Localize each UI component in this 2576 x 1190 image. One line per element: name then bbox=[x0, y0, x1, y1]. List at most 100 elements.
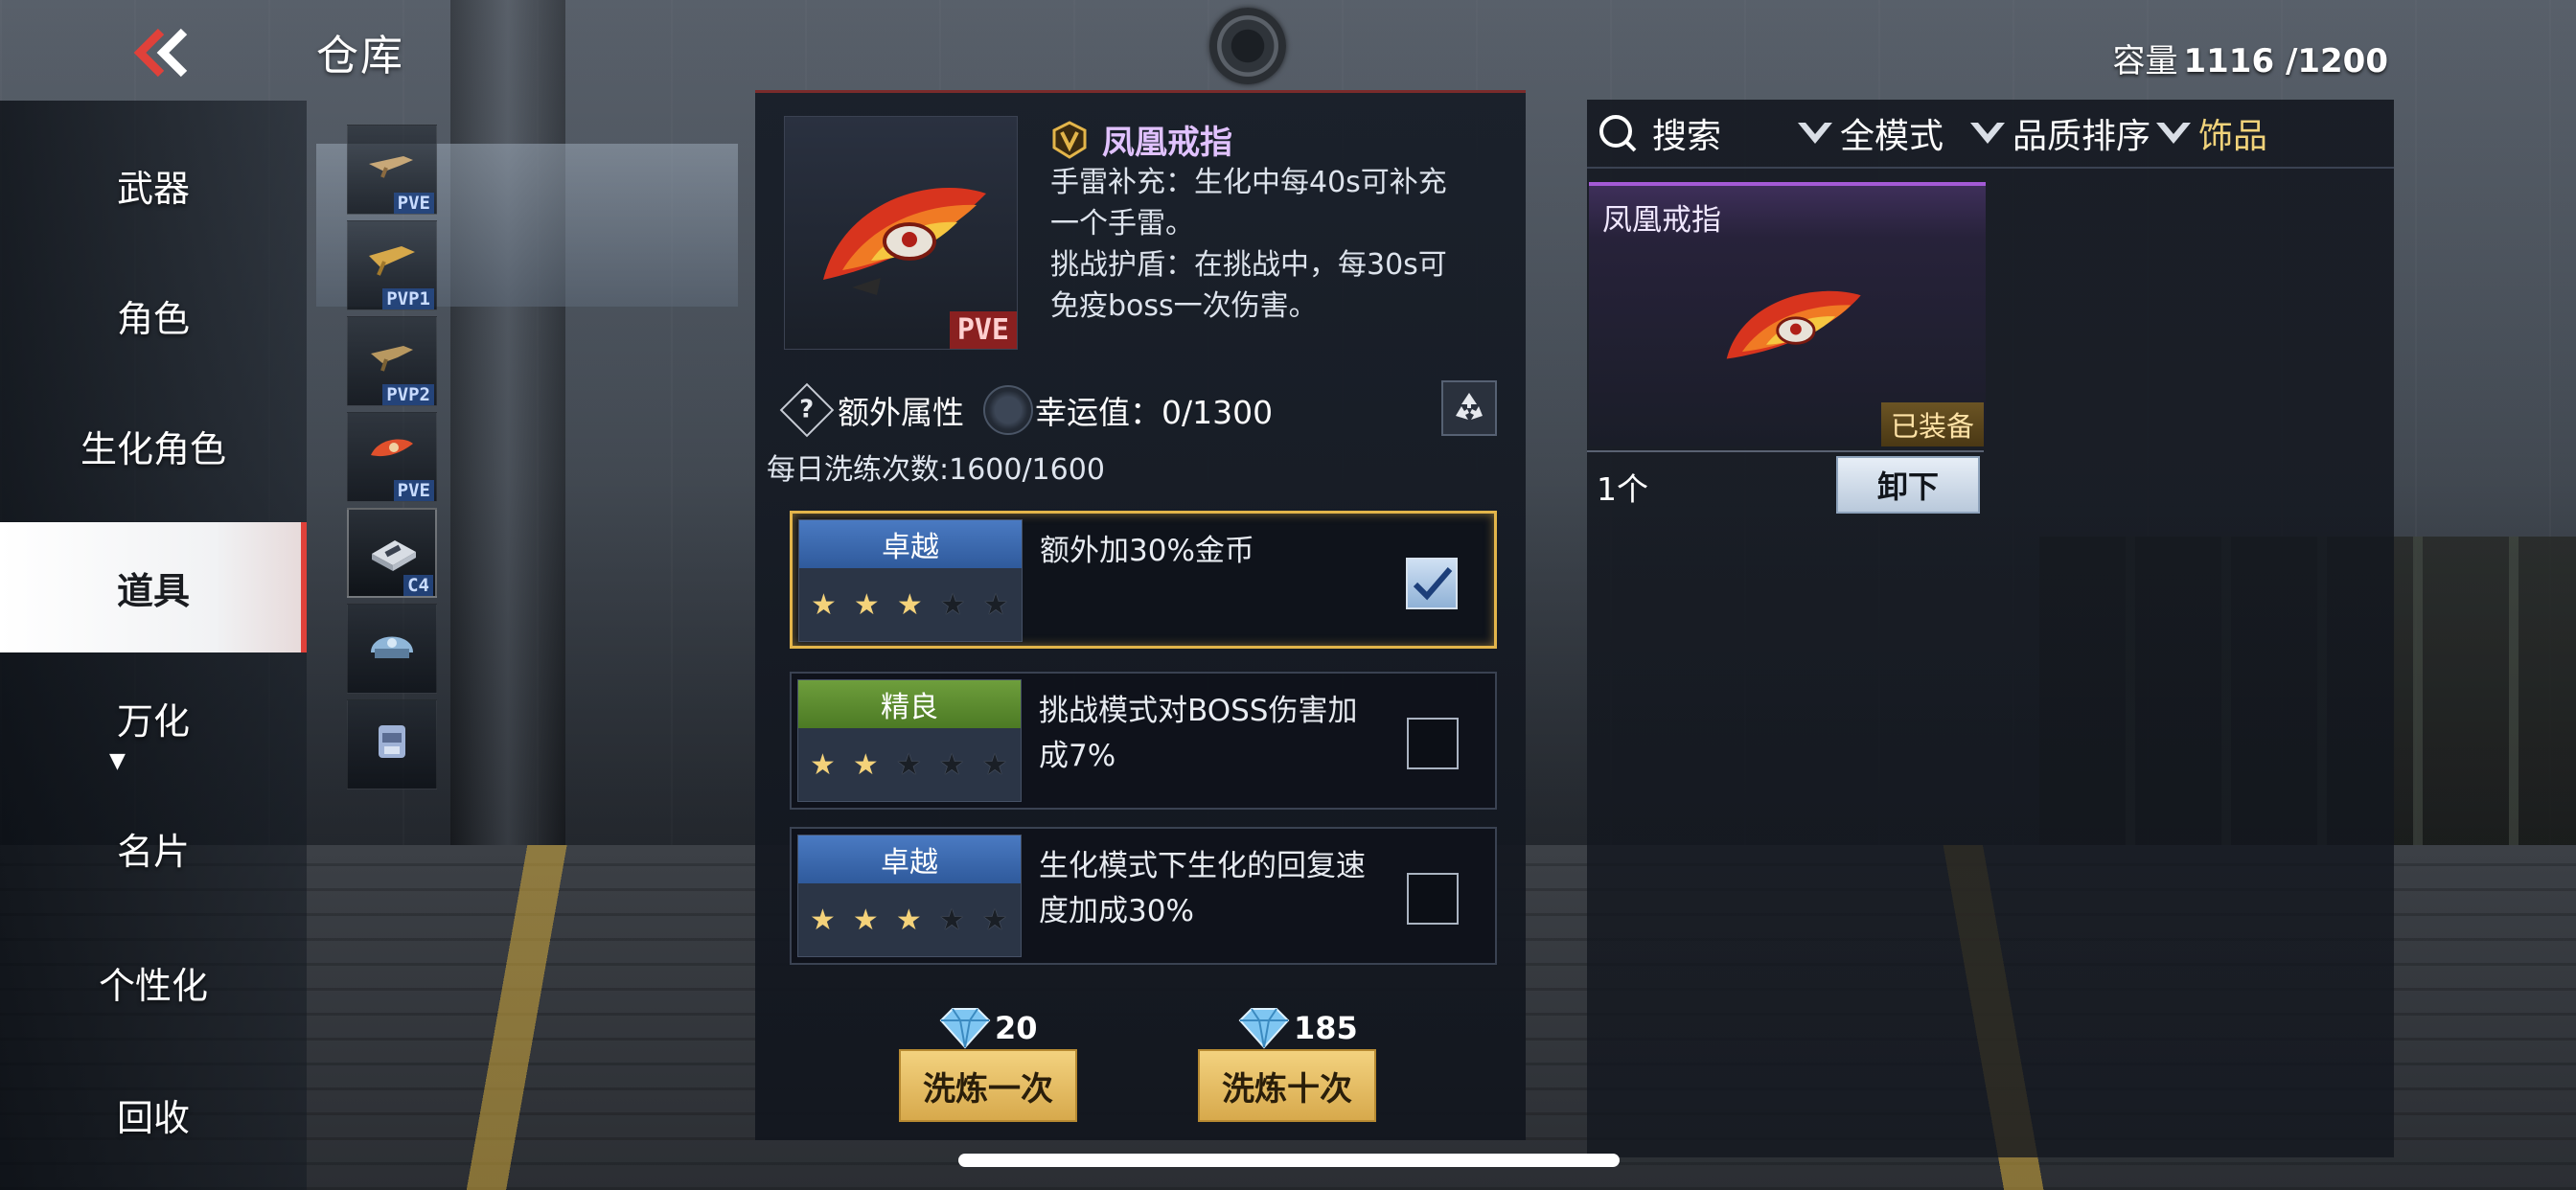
refine-once-button[interactable]: 洗炼一次 bbox=[899, 1049, 1077, 1122]
star-icon: ★ bbox=[896, 587, 923, 622]
item-detail-panel: PVE 凤凰戒指 手雷补充：生化中每40s可补充 一个手雷。 挑战护盾：在挑战中… bbox=[755, 90, 1526, 1140]
attribute-text: 生化模式下生化的回复速度加成30% bbox=[1039, 849, 1366, 928]
refine-ten-cost: 185 bbox=[1236, 1005, 1358, 1051]
nav-item-zombie-characters[interactable]: 生化角色 bbox=[0, 380, 307, 511]
refine-ten-group: 185 洗炼十次 bbox=[1198, 1005, 1380, 1122]
nav-item-weapons[interactable]: 武器 bbox=[0, 120, 307, 250]
nav-item-recycle[interactable]: 回收 bbox=[0, 1049, 307, 1179]
home-indicator[interactable] bbox=[958, 1154, 1620, 1167]
help-icon[interactable]: ? bbox=[779, 382, 835, 438]
item-image-frame: PVE bbox=[784, 116, 1018, 350]
thumb-tag: PVP1 bbox=[382, 288, 434, 309]
grade-box: 卓越 ★ ★ ★ ★ ★ bbox=[798, 519, 1023, 642]
capacity-indicator: 容量 1116 /1200 bbox=[2112, 34, 2388, 81]
search-label: 搜索 bbox=[1652, 117, 1722, 156]
nav-item-props[interactable]: 道具 bbox=[0, 522, 307, 652]
equipped-badge: 已装备 bbox=[1880, 402, 1984, 446]
item-title-row: 凤凰戒指 bbox=[1050, 116, 1232, 163]
top-orb-icon bbox=[1209, 8, 1286, 84]
sub-item-thumb[interactable]: PVE bbox=[347, 412, 437, 502]
chevron-down-icon bbox=[2156, 123, 2192, 144]
card-item-name: 凤凰戒指 bbox=[1602, 203, 1721, 238]
inventory-item-card[interactable]: 凤凰戒指 已装备 bbox=[1589, 182, 1986, 446]
mode-badge: PVE bbox=[949, 311, 1017, 349]
thumb-tag: C4 bbox=[403, 575, 433, 596]
star-icon: ★ bbox=[981, 903, 1008, 937]
luck-value: 幸运值：0/1300 bbox=[1035, 394, 1274, 431]
refine-ten-button[interactable]: 洗炼十次 bbox=[1198, 1049, 1376, 1122]
gun-icon bbox=[369, 246, 415, 276]
search-button[interactable]: 搜索 bbox=[1597, 108, 1721, 158]
unequip-button[interactable]: 卸下 bbox=[1836, 456, 1980, 514]
item-description: 手雷补充：生化中每40s可补充 一个手雷。 挑战护盾：在挑战中，每30s可 免疫… bbox=[1050, 166, 1447, 323]
star-icon: ★ bbox=[938, 747, 965, 782]
filter-bar: 搜索 全模式 品质排序 饰品 bbox=[1587, 100, 2394, 169]
gun-icon bbox=[369, 156, 413, 178]
star-icon: ★ bbox=[982, 587, 1009, 622]
page-title: 仓库 bbox=[316, 32, 404, 80]
phoenix-ring-icon bbox=[1726, 290, 1861, 359]
grade-box: 卓越 ★ ★ ★ ★ ★ bbox=[797, 835, 1022, 957]
star-rating: ★ ★ ★ ★ ★ bbox=[799, 568, 1022, 641]
attribute-row-1[interactable]: 卓越 ★ ★ ★ ★ ★ 额外加30%金币 bbox=[790, 511, 1497, 649]
sub-item-list: PVE PVP1 PVP2 PVE C4 bbox=[347, 120, 437, 790]
thumb-tag: PVE bbox=[393, 193, 434, 214]
star-rating: ★ ★ ★ ★ ★ bbox=[798, 728, 1021, 801]
attribute-text: 额外加30%金币 bbox=[1040, 534, 1254, 568]
attribute-row-2[interactable]: 精良 ★ ★ ★ ★ ★ 挑战模式对BOSS伤害加成7% bbox=[790, 672, 1497, 810]
item-count: 1个 bbox=[1597, 470, 1648, 508]
lock-checkbox[interactable] bbox=[1406, 558, 1458, 609]
inventory-panel: 搜索 全模式 品质排序 饰品 凤凰戒指 已装备 1个 卸下 bbox=[1587, 100, 2394, 1157]
grade-label: 卓越 bbox=[799, 520, 1022, 568]
check-icon bbox=[1413, 567, 1453, 601]
star-icon: ★ bbox=[852, 903, 879, 937]
thumb-tag: PVE bbox=[393, 480, 434, 501]
grade-label: 精良 bbox=[798, 680, 1021, 728]
recycle-button[interactable] bbox=[1441, 380, 1497, 436]
item-name: 凤凰戒指 bbox=[1102, 124, 1232, 162]
ring-icon bbox=[371, 439, 413, 457]
nav-item-characters[interactable]: 角色 bbox=[0, 250, 307, 380]
sub-item-thumb-selected[interactable]: C4 bbox=[347, 508, 437, 598]
attribute-row-3[interactable]: 卓越 ★ ★ ★ ★ ★ 生化模式下生化的回复速度加成30% bbox=[790, 827, 1497, 965]
c4-explosive-icon bbox=[372, 540, 416, 571]
expand-down-icon[interactable]: ▼ bbox=[109, 749, 126, 773]
filter-mode-dropdown[interactable]: 全模式 bbox=[1794, 108, 1944, 158]
grade-label: 卓越 bbox=[798, 835, 1021, 883]
sub-item-thumb[interactable]: PVP1 bbox=[347, 220, 437, 310]
nav-item-name-cards[interactable]: 名片 bbox=[0, 783, 307, 913]
back-button[interactable] bbox=[126, 19, 194, 86]
sub-item-thumb[interactable] bbox=[347, 699, 437, 790]
sub-item-thumb[interactable]: PVP2 bbox=[347, 316, 437, 406]
lock-checkbox[interactable] bbox=[1407, 718, 1459, 769]
nav-item-personalization[interactable]: 个性化 bbox=[0, 917, 307, 1047]
star-icon: ★ bbox=[810, 903, 836, 937]
extra-attribute-row: ? 额外属性 幸运值：0/1300 bbox=[779, 380, 1497, 438]
sub-item-thumb[interactable]: PVE bbox=[347, 125, 437, 215]
backpack-icon bbox=[379, 725, 405, 758]
attribute-text: 挑战模式对BOSS伤害加成7% bbox=[1039, 694, 1358, 773]
search-icon bbox=[1599, 115, 1637, 152]
star-icon: ★ bbox=[939, 587, 966, 622]
luck-orb-icon bbox=[983, 385, 1033, 435]
gun-icon bbox=[371, 346, 413, 372]
sub-item-thumb[interactable] bbox=[347, 604, 437, 694]
daily-refine-count: 每日洗练次数:1600/1600 bbox=[767, 453, 1105, 487]
filter-sort-dropdown[interactable]: 品质排序 bbox=[1966, 108, 2150, 158]
star-icon: ★ bbox=[895, 903, 922, 937]
filter-category-dropdown[interactable]: 饰品 bbox=[2152, 108, 2267, 158]
refine-once-group: 20 洗炼一次 bbox=[899, 1005, 1081, 1122]
divider bbox=[1587, 450, 1984, 452]
diamond-icon bbox=[1238, 1008, 1290, 1049]
star-icon: ★ bbox=[895, 747, 922, 782]
tier-v-icon bbox=[1052, 120, 1087, 159]
nav-item-wanhua[interactable]: 万化 bbox=[0, 652, 307, 783]
double-chevron-left-icon bbox=[133, 28, 188, 78]
refine-once-cost: 20 bbox=[937, 1005, 1038, 1051]
star-icon: ★ bbox=[811, 587, 837, 622]
capacity-label: 容量 bbox=[2112, 42, 2178, 80]
star-rating: ★ ★ ★ ★ ★ bbox=[798, 883, 1021, 956]
lock-checkbox[interactable] bbox=[1407, 873, 1459, 925]
star-icon: ★ bbox=[852, 747, 879, 782]
chevron-down-icon bbox=[1970, 123, 2006, 144]
